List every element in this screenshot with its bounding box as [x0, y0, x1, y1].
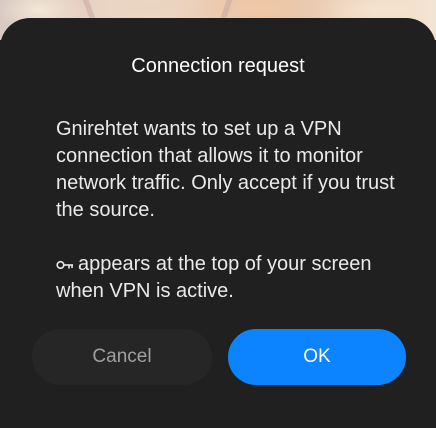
vpn-note: appears at the top of your screen when V… [56, 251, 396, 305]
cancel-button[interactable]: Cancel [32, 329, 212, 385]
vpn-note-text: appears at the top of your screen when V… [56, 253, 372, 302]
key-icon [56, 260, 73, 270]
ok-button[interactable]: OK [228, 329, 406, 385]
dialog-title: Connection request [131, 55, 305, 77]
dialog-body: Gnirehtet wants to set up a VPN connecti… [56, 116, 396, 305]
dialog-message: Gnirehtet wants to set up a VPN connecti… [56, 118, 395, 221]
